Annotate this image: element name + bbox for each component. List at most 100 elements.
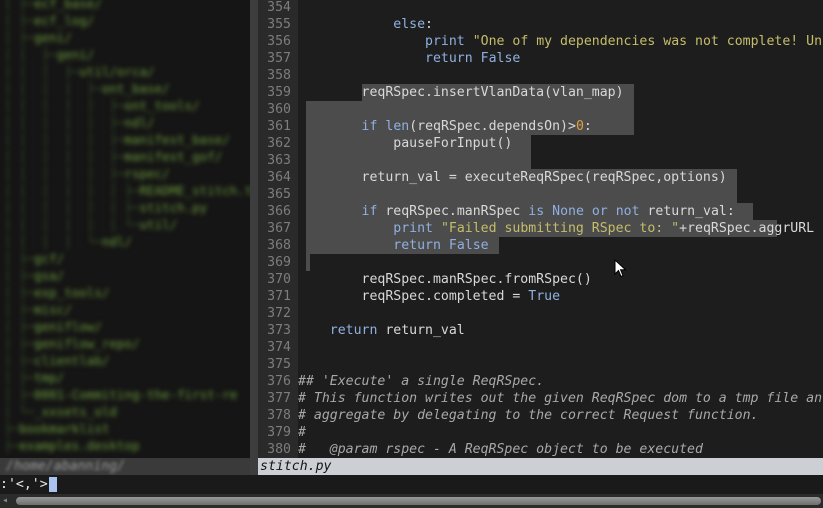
file-tree-item[interactable]: │ │ ├─geni/ <box>4 46 94 63</box>
file-tree-item-label: ont_base/ <box>101 81 170 96</box>
vertical-split-separator[interactable] <box>250 0 258 475</box>
statusline-filename: stitch.py <box>260 459 332 474</box>
file-tree-item-label: geniflow/ <box>34 319 102 334</box>
file-tree-item[interactable]: │ ├─ecf_log/ <box>4 12 94 29</box>
file-tree-item[interactable]: │ └─_xxsets_old <box>4 403 117 420</box>
code-line[interactable]: 357 return False <box>258 50 823 67</box>
line-number: 371 <box>267 289 291 304</box>
file-tree-item-label: manifest_base/ <box>124 132 230 147</box>
file-tree-item[interactable]: ├─bookmarklist <box>4 420 109 437</box>
code-line[interactable]: 362 pauseForInput() <box>258 135 823 152</box>
file-tree-item[interactable]: │ ├─ecf_base/ <box>4 0 102 12</box>
file-tree-item[interactable]: │ │ │ │ │ ├─manifest_base/ <box>4 131 230 148</box>
file-tree-item[interactable]: │ ├─gcf/ <box>4 250 64 267</box>
file-tree-item[interactable]: │ │ │ │ │ │ └─util/ <box>4 216 177 233</box>
tree-guide-lines: │ │ │ │ └─ <box>4 234 102 249</box>
code-text: reqRSpec.manRSpec.fromRSpec() <box>298 272 592 287</box>
line-number: 363 <box>267 153 291 168</box>
file-tree-item[interactable]: │ ├─exp_tools/ <box>4 284 109 301</box>
code-line[interactable]: 367 print "Failed submitting RSpec to: "… <box>258 220 823 237</box>
file-tree-item[interactable]: │ ├─geniflow/ <box>4 318 102 335</box>
code-line[interactable]: 359 reqRSpec.insertVlanData(vlan_map) <box>258 84 823 101</box>
code-line[interactable]: 380 # @param rspec - A ReqRSpec object to… <box>258 441 823 458</box>
code-line[interactable]: 376 ## 'Execute' a single ReqRSpec. <box>258 373 823 390</box>
code-line[interactable]: 372 <box>258 305 823 322</box>
line-number: 355 <box>267 17 291 32</box>
tree-guide-lines: │ ├─ <box>4 319 35 334</box>
file-tree-item[interactable]: ├─examples.desktop <box>4 437 139 454</box>
command-line[interactable]: :'<,'> <box>0 475 823 494</box>
file-tree-item-label: 0001-Commiting-the-first-re <box>34 387 238 402</box>
line-number: 356 <box>267 34 291 49</box>
code-line[interactable]: 355 else: <box>258 16 823 33</box>
file-tree-item[interactable]: │ │ │ │ │ │ ├─README_stitch.txt <box>4 182 250 199</box>
file-tree-item[interactable]: │ │ │ │ │ ├─manifest_gof/ <box>4 148 222 165</box>
file-tree-statusline: /home/abanning/ <box>0 458 250 475</box>
file-tree-item[interactable]: │ │ │ │ │ ├─rspec/ <box>4 165 170 182</box>
code-line[interactable]: 356 print "One of my dependencies was no… <box>258 33 823 50</box>
code-text: print "One of my dependencies was not co… <box>425 34 823 49</box>
file-tree-item[interactable]: │ ├─geni/ <box>4 29 72 46</box>
file-tree-item-label: misc/ <box>34 302 72 317</box>
code-line[interactable]: 374 <box>258 339 823 356</box>
line-number: 370 <box>267 272 291 287</box>
code-line[interactable]: 358 <box>258 67 823 84</box>
file-tree-item[interactable]: │ ├─gsa/ <box>4 267 64 284</box>
code-line[interactable]: 366 if reqRSpec.manRSpec is None or not … <box>258 203 823 220</box>
file-tree-pane[interactable]: │ ├─ecf_base/│ ├─ecf_log/│ ├─geni/│ │ ├─… <box>0 0 250 458</box>
code-line[interactable]: 354 <box>258 0 823 16</box>
file-tree-item-label: util/orca/ <box>79 64 155 79</box>
code-text: pauseForInput() <box>298 136 513 151</box>
code-line[interactable]: 360 <box>258 101 823 118</box>
file-tree-item-label: tmp/ <box>34 370 65 385</box>
file-tree-current-path: /home/abanning/ <box>6 459 126 474</box>
line-number: 379 <box>267 425 291 440</box>
file-tree-item[interactable]: │ ├─clientlab/ <box>4 352 109 369</box>
code-line[interactable]: 373 return return_val <box>258 322 823 339</box>
tree-guide-lines: │ │ │ │ │ ├─ <box>4 132 125 147</box>
file-tree-item-label: ont_tools/ <box>124 98 200 113</box>
file-tree-item-label: examples.desktop <box>19 438 140 453</box>
file-tree-item-label: exp_tools/ <box>34 285 110 300</box>
line-number: 369 <box>267 255 291 270</box>
code-line[interactable]: 371 reqRSpec.completed = True <box>258 288 823 305</box>
tree-guide-lines: │ ├─ <box>4 13 35 28</box>
code-line[interactable]: 379 # <box>258 424 823 441</box>
code-line[interactable]: 365 <box>258 186 823 203</box>
file-tree-item[interactable]: │ │ │ │ │ ├─ndl/ <box>4 114 155 131</box>
file-tree-item-label: geni/ <box>56 47 95 62</box>
file-tree-item[interactable]: │ │ │ │ │ ├─ont_tools/ <box>4 97 200 114</box>
line-number: 354 <box>267 0 291 15</box>
code-line[interactable]: 375 <box>258 356 823 373</box>
file-tree-item-label: ecf_base/ <box>34 0 102 11</box>
code-line[interactable]: 363 <box>258 152 823 169</box>
visual-selection <box>305 254 310 271</box>
file-tree-item[interactable]: │ ├─0001-Commiting-the-first-re <box>4 386 237 403</box>
code-line[interactable]: 368 return False <box>258 237 823 254</box>
code-line[interactable]: 377 # This function writes out the given … <box>258 390 823 407</box>
scrollbar-thumb[interactable] <box>16 497 821 505</box>
code-text: print "Failed submitting RSpec to: "+req… <box>393 221 815 236</box>
code-line[interactable]: 361 if len(reqRSpec.dependsOn)>0: <box>258 118 823 135</box>
code-line[interactable]: 378 # aggregate by delegating to the corr… <box>258 407 823 424</box>
code-text: return False <box>425 51 521 66</box>
file-tree-item[interactable]: │ ├─misc/ <box>4 301 72 318</box>
file-tree-item[interactable]: │ │ │ │ └─ndl/ <box>4 233 132 250</box>
file-tree-item[interactable]: │ ├─geniflow_repo/ <box>4 335 139 352</box>
code-text: # <box>298 425 306 440</box>
horizontal-scrollbar[interactable]: ◂ <box>0 494 823 508</box>
file-tree-item[interactable]: │ ├─tmp/ <box>4 369 64 386</box>
file-tree-item[interactable]: │ │ │ │ │ │ ├─stitch.py <box>4 199 207 216</box>
line-number: 374 <box>267 340 291 355</box>
code-line[interactable]: 369 <box>258 254 823 271</box>
editor-pane[interactable]: 354 355 else: 356 print "One of my depende… <box>258 0 823 458</box>
code-line[interactable]: 364 return_val = executeReqRSpec(reqRSpe… <box>258 169 823 186</box>
code-line[interactable]: 370 reqRSpec.manRSpec.fromRSpec() <box>258 271 823 288</box>
file-tree-item[interactable]: │ │ │ │ ├─ont_base/ <box>4 80 170 97</box>
scroll-left-arrow-icon[interactable]: ◂ <box>2 494 8 508</box>
code-text: reqRSpec.completed = True <box>298 289 561 304</box>
line-number: 373 <box>267 323 291 338</box>
file-tree-item[interactable]: │ │ │ ├─util/orca/ <box>4 63 155 80</box>
tree-guide-lines: │ │ │ │ │ ├─ <box>4 115 125 130</box>
file-tree-item-label: geniflow_repo/ <box>34 336 140 351</box>
